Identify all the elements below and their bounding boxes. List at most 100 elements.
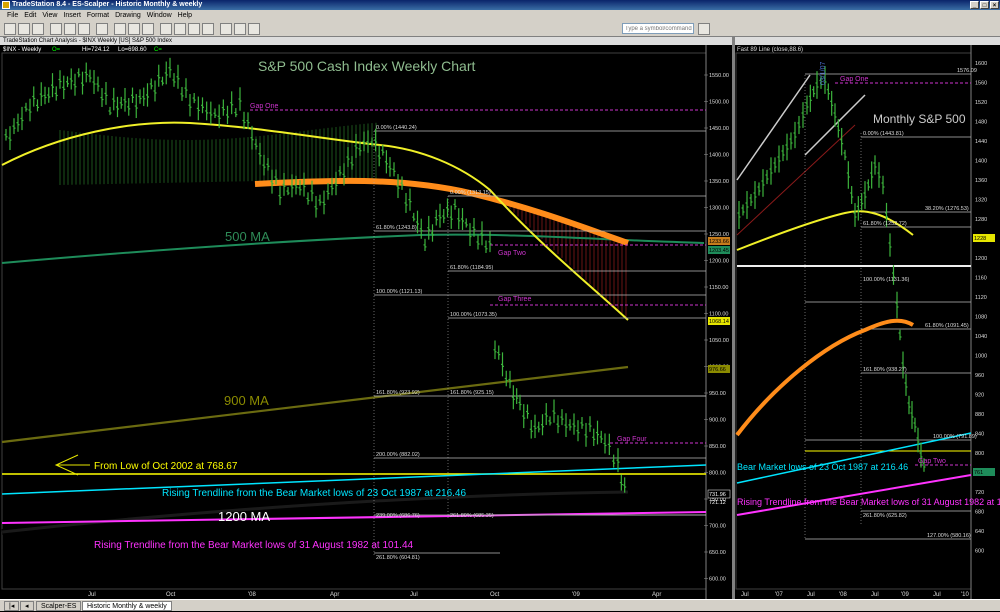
time-tick: Jul <box>88 592 96 598</box>
tab-scalper-es[interactable]: Scalper-ES <box>36 601 82 611</box>
fib-label: 161.80% (923.92) <box>376 390 420 396</box>
go-icon[interactable] <box>698 23 710 35</box>
open-icon[interactable] <box>18 23 30 35</box>
time-tick: Jul <box>807 592 815 598</box>
label-from-low: From Low of Oct 2002 at 768.67 <box>94 461 238 472</box>
print-icon[interactable] <box>96 23 108 35</box>
arrow-left-icon <box>54 454 90 476</box>
quote-close: C= <box>154 47 162 53</box>
right-label-trend-1982: Rising Trendline from the Bear Market lo… <box>737 497 1000 507</box>
left-chart-header: TradeStation Chart Analysis - $INX Weekl… <box>0 37 732 45</box>
fib-label: 61.80% (1184.95) <box>450 265 493 271</box>
gap-four-label: Gap Four <box>617 436 647 443</box>
price-axis: 1550.00 1500.00 1450.00 1400.00 1350.00 1300.… <box>704 73 729 583</box>
weekly-chart-svg: S&P 500 Cash Index Weekly Chart $INX - W… <box>1 45 731 599</box>
cut-icon[interactable] <box>50 23 62 35</box>
price-tick: 880 <box>975 412 984 418</box>
menu-format[interactable]: Format <box>84 10 112 21</box>
price-marker: 721.12 <box>709 500 726 506</box>
chart-main-title: S&P 500 Cash Index Weekly Chart <box>258 58 475 74</box>
monthly-chart-pane[interactable]: Fast 89 Line (close,88.6) Monthly S&P 50… <box>735 45 1000 599</box>
fib-tool-icon[interactable] <box>188 23 200 35</box>
price-tick: 1050.00 <box>709 338 729 344</box>
new-icon[interactable] <box>4 23 16 35</box>
price-marker: 1203.45 <box>709 248 729 254</box>
menu-file[interactable]: File <box>4 10 21 21</box>
fib-label: 261.80% (604.81) <box>376 555 420 561</box>
label-trend-1982: Rising Trendline from the Bear Market lo… <box>94 540 414 551</box>
save-icon[interactable] <box>32 23 44 35</box>
monthly-title: Monthly S&P 500 <box>873 112 966 126</box>
price-tick: 950.00 <box>709 391 726 397</box>
menu-insert[interactable]: Insert <box>60 10 84 21</box>
price-tick: 1080 <box>975 315 987 321</box>
price-tick: 1560 <box>975 81 987 87</box>
right-chart-header: Fast 89 Line (close,88.6) <box>737 47 803 53</box>
time-tick: Jul <box>871 592 879 598</box>
quote-high: Hi=724.12 <box>82 47 110 53</box>
price-tick: 1480 <box>975 120 987 126</box>
nav-prev-icon[interactable]: ◂ <box>20 601 34 611</box>
chart-icon[interactable] <box>114 23 126 35</box>
price-tick: 1300.00 <box>709 206 729 212</box>
zoom-in-icon[interactable] <box>128 23 140 35</box>
price-tick: 1000 <box>975 354 987 360</box>
menu-help[interactable]: Help <box>175 10 195 21</box>
price-tick: 1280 <box>975 217 987 223</box>
fib-label: 0.00% (1440.24) <box>376 125 417 131</box>
fib-label: 127.00% (580.16) <box>927 533 971 539</box>
price-tick: 1440 <box>975 139 987 145</box>
price-tick: 650.00 <box>709 550 726 556</box>
menu-drawing[interactable]: Drawing <box>112 10 144 21</box>
text-tool-icon[interactable] <box>174 23 186 35</box>
price-marker: 761 <box>974 470 983 476</box>
fib-label: 100.00% (1131.36) <box>863 277 910 283</box>
settings-icon[interactable] <box>248 23 260 35</box>
paste-icon[interactable] <box>78 23 90 35</box>
weekly-price-bars <box>4 57 627 493</box>
zoom-out-icon[interactable] <box>142 23 154 35</box>
right-label-trend-1987: Bear Market lows of 23 Oct 1987 at 216.4… <box>737 462 908 472</box>
symbol-command-input[interactable] <box>622 23 694 34</box>
indicator-icon[interactable] <box>220 23 232 35</box>
fib-label: 100.00% (1121.13) <box>376 289 423 295</box>
time-tick: Oct <box>166 592 176 598</box>
menu-window[interactable]: Window <box>144 10 175 21</box>
weekly-chart-pane[interactable]: S&P 500 Cash Index Weekly Chart $INX - W… <box>0 45 732 599</box>
right-ma-orange-line <box>735 318 915 437</box>
copy-icon[interactable] <box>64 23 76 35</box>
close-button[interactable]: × <box>990 1 999 9</box>
right-chart-header-bar <box>735 37 1000 45</box>
label-1200-ma: 1200 MA <box>218 509 270 524</box>
fib-label: 61.80% (1091.45) <box>925 323 969 329</box>
price-tick: 1600 <box>975 61 987 67</box>
time-tick: '09 <box>572 592 580 598</box>
menu-edit[interactable]: Edit <box>21 10 39 21</box>
fib-label: 261.80% (685.35) <box>450 513 494 519</box>
nav-first-icon[interactable]: |◂ <box>4 601 20 611</box>
tab-historic-monthly-weekly[interactable]: Historic Monthly & weekly <box>82 601 172 611</box>
price-tick: 1160 <box>975 276 987 282</box>
time-tick: Apr <box>652 592 661 598</box>
fib-label: 161.80% (925.15) <box>450 390 494 396</box>
cursor-icon[interactable] <box>202 23 214 35</box>
price-tick: 700.00 <box>709 524 726 530</box>
fib-label: 261.80% (625.82) <box>863 513 907 519</box>
menu-view[interactable]: View <box>39 10 60 21</box>
monthly-price-bars <box>737 66 926 472</box>
price-tick: 1500.00 <box>709 100 729 106</box>
gap-three-label: Gap Three <box>498 296 531 303</box>
price-marker: 1233.66 <box>709 239 729 245</box>
price-tick: 640 <box>975 529 984 535</box>
fib-label: 0.00% (1313.15) <box>450 190 491 196</box>
time-tick: '07 <box>775 592 783 598</box>
strategy-icon[interactable] <box>234 23 246 35</box>
minimize-button[interactable]: _ <box>970 1 979 9</box>
drawing-line-icon[interactable] <box>160 23 172 35</box>
price-marker: 976.66 <box>709 367 726 373</box>
price-tick: 1200.00 <box>709 259 729 265</box>
maximize-button[interactable]: □ <box>980 1 989 9</box>
ma-cross-green-fill <box>59 122 377 185</box>
time-tick: Jul <box>410 592 418 598</box>
price-tick: 960 <box>975 373 984 379</box>
